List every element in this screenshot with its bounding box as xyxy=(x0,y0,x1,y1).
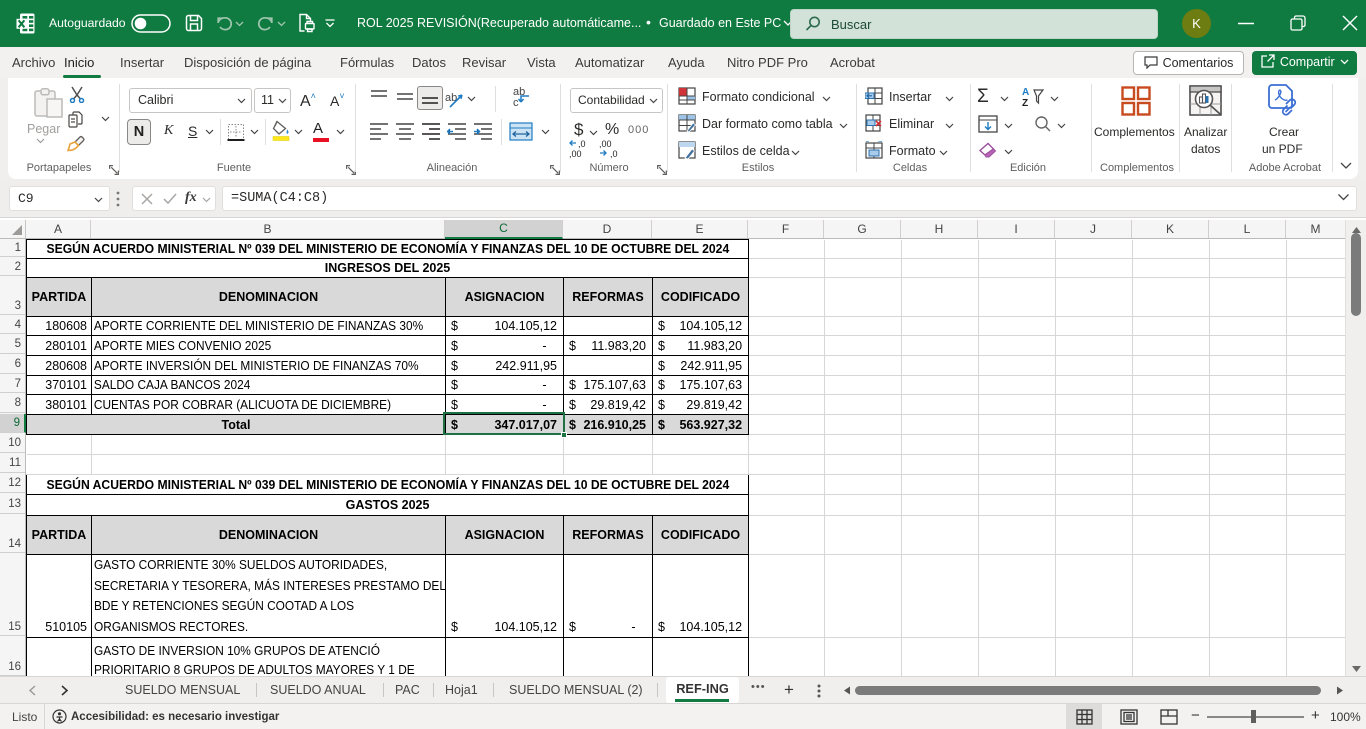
svg-text:,0: ,0 xyxy=(578,139,586,149)
svg-text:,0: ,0 xyxy=(610,149,618,159)
svg-text:c: c xyxy=(513,97,519,109)
svg-text:A: A xyxy=(1022,87,1029,98)
svg-text:Z: Z xyxy=(1022,98,1028,108)
svg-text:,00: ,00 xyxy=(599,139,612,149)
svg-text:,00: ,00 xyxy=(569,149,582,159)
